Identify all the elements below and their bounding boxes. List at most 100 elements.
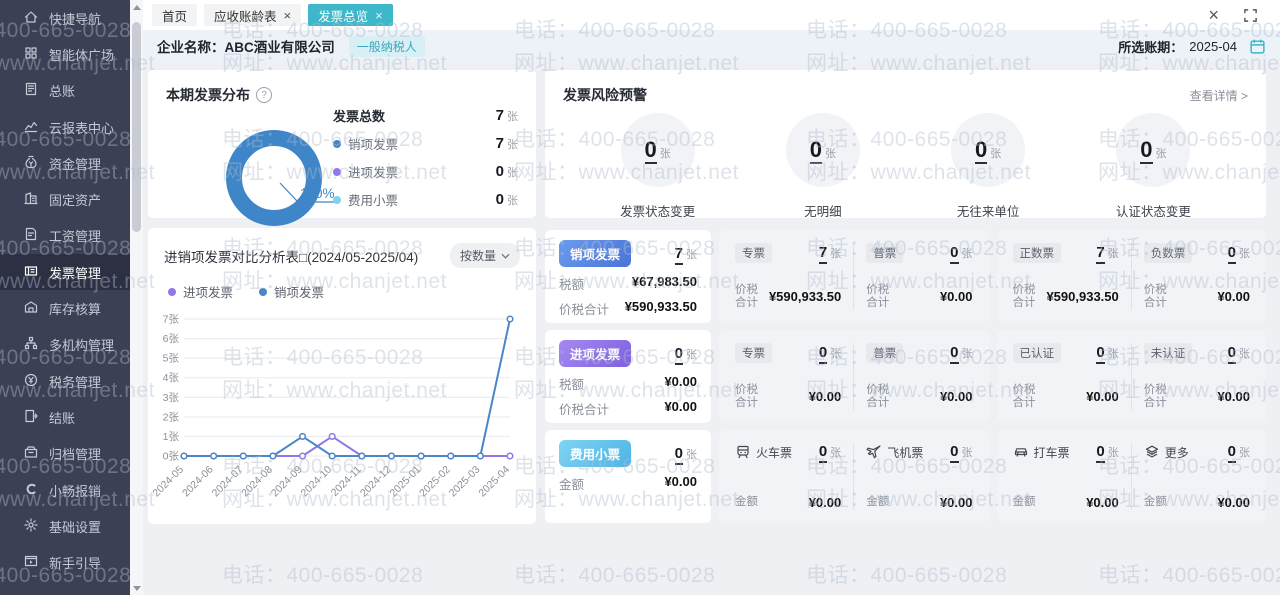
svg-text:2024-08: 2024-08 <box>239 464 275 500</box>
risk-item-1: 0张发票状态变更 <box>588 113 728 220</box>
sub-field-label: 价税合计 <box>1013 284 1043 310</box>
sub-top-line: 飞机票0张 <box>866 443 972 461</box>
sub-field-value: ¥590,933.50 <box>769 289 841 304</box>
chart-legend-item[interactable]: 进项发票 <box>168 282 233 301</box>
sidebar-item-label: 云报表中心 <box>49 118 114 137</box>
legend-dot-icon <box>333 168 341 176</box>
invoice-type-badge[interactable]: 销项发票 <box>559 240 631 267</box>
invoice-row-3: 费用小票0张金额¥0.00火车票0张金额¥0.00飞机票0张金额¥0.00打车票… <box>545 430 1266 523</box>
sidebar-item-3[interactable]: 总账 <box>0 73 130 109</box>
sidebar-item-label: 归档管理 <box>49 444 101 463</box>
field-label: 价税合计 <box>559 299 609 318</box>
invoice-sub-item: 专票7张价税合计¥590,933.50 <box>723 243 853 310</box>
count-link[interactable]: 0 <box>1228 443 1236 463</box>
sub-bottom-line: 金额¥0.00 <box>735 495 841 510</box>
count-link[interactable]: 7 <box>675 245 683 265</box>
sidebar-menu: 快捷导航智能体广场总账云报表中心资金管理固定资产工资管理发票管理库存核算多机构管… <box>0 0 130 595</box>
count-link[interactable]: 7 <box>819 244 827 264</box>
count-link[interactable]: 7 <box>1096 244 1104 264</box>
sidebar-item-label: 多机构管理 <box>49 335 114 354</box>
invoice-sub-item: 未认证0张价税合计¥0.00 <box>1131 343 1262 410</box>
count-link[interactable]: 0 <box>950 344 958 364</box>
invoice-sub-item: 已认证0张价税合计¥0.00 <box>1001 343 1131 410</box>
tab-close-icon[interactable]: × <box>375 9 383 22</box>
sub-bottom-line: 价税合计¥0.00 <box>1144 284 1250 310</box>
invoice-sub-group: 正数票7张价税合计¥590,933.50负数票0张价税合计¥0.00 <box>997 230 1267 323</box>
sidebar-item-13[interactable]: 归档管理 <box>0 436 130 472</box>
sub-field-value: ¥0.00 <box>940 389 973 404</box>
by-quantity-dropdown[interactable]: 按数量 <box>450 243 520 268</box>
risk-count[interactable]: 0 <box>975 137 987 164</box>
count-link[interactable]: 0 <box>1096 344 1104 364</box>
sidebar-item-4[interactable]: 云报表中心 <box>0 109 130 145</box>
sidebar-item-9[interactable]: 库存核算 <box>0 290 130 326</box>
view-details-link[interactable]: 查看详情 > <box>1190 87 1248 104</box>
count-link[interactable]: 0 <box>675 445 683 465</box>
invoice-sub-item: 专票0张价税合计¥0.00 <box>723 343 853 410</box>
chart-legend-item[interactable]: 销项发票 <box>259 282 324 301</box>
sub-top-line: 更多0张 <box>1144 443 1250 461</box>
risk-circle: 0张 <box>621 113 695 187</box>
risk-count[interactable]: 0 <box>810 137 822 164</box>
comparison-chart-panel: 进销项发票对比分析表□(2024/05-2025/04) 按数量 进项发票销项发… <box>148 228 536 524</box>
invoice-sub-item: 普票0张价税合计¥0.00 <box>853 243 984 310</box>
risk-count[interactable]: 0 <box>645 137 657 164</box>
sidebar-item-1[interactable]: 快捷导航 <box>0 0 130 36</box>
sidebar-scrollbar-thumb[interactable] <box>132 22 141 232</box>
invoice-type-badge[interactable]: 费用小票 <box>559 440 631 467</box>
risk-item-4: 0张认证状态变更 <box>1083 113 1223 220</box>
sidebar-scrollbar[interactable] <box>130 0 143 595</box>
risk-title: 发票风险预警 <box>563 85 647 105</box>
sidebar-item-15[interactable]: 基础设置 <box>0 508 130 544</box>
sidebar-item-6[interactable]: 固定资产 <box>0 181 130 217</box>
invoice-type-badge[interactable]: 进项发票 <box>559 340 631 367</box>
svg-text:1张: 1张 <box>163 431 180 443</box>
maximize-icon[interactable] <box>1243 8 1258 23</box>
sidebar-item-2[interactable]: 智能体广场 <box>0 36 130 72</box>
svg-text:7张: 7张 <box>163 314 180 326</box>
count-link[interactable]: 0 <box>1096 443 1104 463</box>
legend-dot-icon <box>333 196 341 204</box>
period-value[interactable]: 2025-04 <box>1189 39 1237 54</box>
sub-field-value: ¥0.00 <box>1086 495 1119 510</box>
count-link[interactable]: 0 <box>819 443 827 463</box>
sub-field-value: ¥0.00 <box>940 289 973 304</box>
help-icon[interactable]: ? <box>256 87 272 103</box>
sidebar-item-10[interactable]: 多机构管理 <box>0 327 130 363</box>
count-link[interactable]: 0 <box>950 244 958 264</box>
invoice-sub-group: 已认证0张价税合计¥0.00未认证0张价税合计¥0.00 <box>997 330 1267 423</box>
tab-3[interactable]: 发票总览× <box>308 4 393 26</box>
sidebar-item-11[interactable]: 税务管理 <box>0 363 130 399</box>
sub-field-label: 价税合计 <box>1144 284 1174 310</box>
sidebar-item-16[interactable]: 新手引导 <box>0 544 130 580</box>
tab-2[interactable]: 应收账龄表× <box>204 4 301 26</box>
count-link[interactable]: 0 <box>675 345 683 365</box>
count-link[interactable]: 0 <box>1228 344 1236 364</box>
sidebar-item-7[interactable]: 工资管理 <box>0 218 130 254</box>
svg-text:2024-12: 2024-12 <box>358 464 394 500</box>
sidebar-item-8[interactable]: 发票管理 <box>0 254 130 290</box>
svg-text:2025-03: 2025-03 <box>447 464 483 500</box>
sidebar-item-12[interactable]: 结账 <box>0 399 130 435</box>
calendar-icon[interactable] <box>1249 38 1266 55</box>
sidebar-item-14[interactable]: 小畅报销 <box>0 472 130 508</box>
scroll-up-arrow-icon[interactable] <box>130 0 143 14</box>
count-link[interactable]: 0 <box>819 344 827 364</box>
sub-type-badge: 已认证 <box>1013 343 1062 363</box>
main-card-field: 金额¥0.00 <box>559 474 697 493</box>
sidebar-item-5[interactable]: 资金管理 <box>0 145 130 181</box>
close-icon[interactable]: × <box>1208 6 1219 24</box>
risk-count[interactable]: 0 <box>1140 137 1152 164</box>
field-label: 税额 <box>559 374 584 393</box>
chart-legend: 进项发票 销项发票 <box>148 268 536 301</box>
count-link[interactable]: 0 <box>1228 244 1236 264</box>
period-selector: 所选账期： 2025-04 <box>1118 37 1266 56</box>
scroll-down-arrow-icon[interactable] <box>130 581 143 595</box>
count-link[interactable]: 0 <box>950 443 958 463</box>
main-card-field: 价税合计¥0.00 <box>559 399 697 418</box>
tab-close-icon[interactable]: × <box>284 9 292 22</box>
field-label: 金额 <box>559 474 584 493</box>
tab-1[interactable]: 首页 <box>152 4 197 26</box>
main-card-field: 税额¥0.00 <box>559 374 697 393</box>
sidebar-item-label: 小畅报销 <box>49 481 101 500</box>
